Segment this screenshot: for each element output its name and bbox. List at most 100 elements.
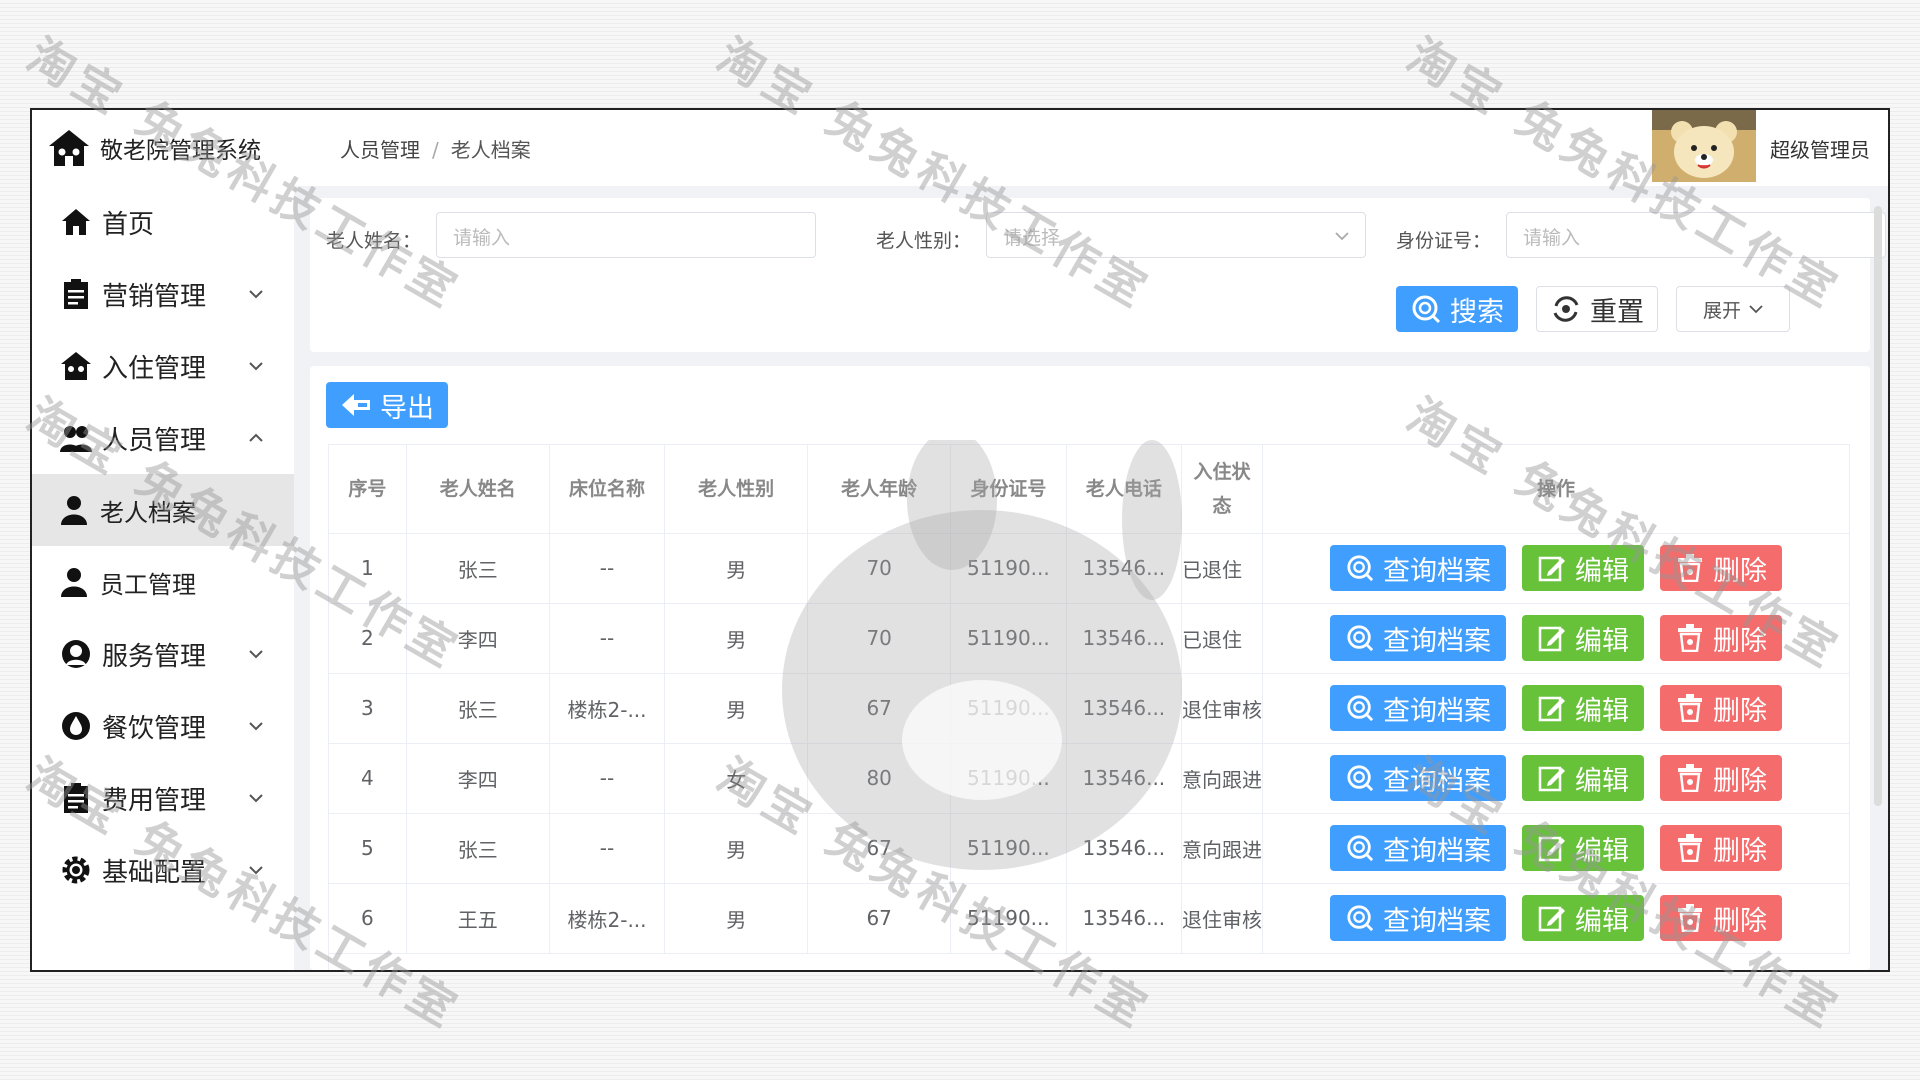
delete-button[interactable]: 删除 bbox=[1660, 825, 1783, 871]
table-cell: -- bbox=[549, 743, 666, 814]
chevron-down-icon bbox=[246, 356, 266, 376]
delete-button[interactable]: 删除 bbox=[1660, 895, 1783, 941]
table-actions-cell: 查询档案 编辑 删除 bbox=[1262, 883, 1850, 954]
search-icon bbox=[1345, 693, 1375, 723]
column-header: 老人电话 bbox=[1066, 445, 1183, 534]
query-archive-button[interactable]: 查询档案 bbox=[1330, 825, 1507, 871]
sidebar-item-home[interactable]: 首页 bbox=[32, 186, 294, 258]
sidebar-item-checkin[interactable]: 入住管理 bbox=[32, 330, 294, 402]
gender-select[interactable]: 请选择 bbox=[986, 212, 1366, 258]
edit-button[interactable]: 编辑 bbox=[1522, 895, 1645, 941]
delete-label: 删除 bbox=[1713, 835, 1768, 867]
query-archive-button[interactable]: 查询档案 bbox=[1330, 755, 1507, 801]
query-archive-button[interactable]: 查询档案 bbox=[1330, 545, 1507, 591]
app-title: 敬老院管理系统 bbox=[100, 138, 261, 164]
search-button[interactable]: 搜索 bbox=[1396, 286, 1518, 332]
edit-label: 编辑 bbox=[1575, 695, 1630, 727]
delete-button[interactable]: 删除 bbox=[1660, 615, 1783, 661]
edit-button[interactable]: 编辑 bbox=[1522, 825, 1645, 871]
table-cell: 男 bbox=[664, 533, 809, 604]
export-button[interactable]: 导出 bbox=[326, 382, 448, 428]
table-cell: 80 bbox=[807, 743, 952, 814]
table-cell: 王五 bbox=[406, 883, 550, 954]
drop-icon bbox=[58, 708, 94, 744]
table-cell: 男 bbox=[664, 813, 809, 884]
edit-button[interactable]: 编辑 bbox=[1522, 755, 1645, 801]
table-cell: 13546... bbox=[1066, 813, 1183, 884]
table-cell: -- bbox=[549, 533, 666, 604]
edit-button[interactable]: 编辑 bbox=[1522, 685, 1645, 731]
query-archive-label: 查询档案 bbox=[1383, 555, 1492, 587]
edit-icon bbox=[1537, 553, 1567, 583]
reset-button-label: 重置 bbox=[1590, 296, 1644, 328]
vertical-scrollbar[interactable] bbox=[1874, 206, 1882, 806]
query-archive-button[interactable]: 查询档案 bbox=[1330, 615, 1507, 661]
delete-label: 删除 bbox=[1713, 555, 1768, 587]
table-actions-cell: 查询档案 编辑 删除 bbox=[1262, 533, 1850, 604]
sidebar-item-label: 首页 bbox=[102, 209, 155, 240]
breadcrumb: 人员管理 / 老人档案 bbox=[340, 134, 531, 163]
id-label: 身份证号： bbox=[1396, 230, 1492, 252]
query-archive-button[interactable]: 查询档案 bbox=[1330, 685, 1507, 731]
table-row: 6 王五 楼栋2-... 男 67 51190... 13546... 退住审核 查询档案 编辑 删… bbox=[329, 883, 1850, 954]
sidebar-item-staff[interactable]: 员工管理 bbox=[32, 546, 294, 618]
sidebar-item-catering[interactable]: 餐饮管理 bbox=[32, 690, 294, 762]
gear-icon bbox=[58, 852, 94, 888]
sidebar-item-elder-archive[interactable]: 老人档案 bbox=[32, 474, 294, 546]
person-icon bbox=[56, 564, 92, 600]
expand-button[interactable]: 展开 bbox=[1676, 286, 1790, 332]
sidebar-item-marketing[interactable]: 营销管理 bbox=[32, 258, 294, 330]
trash-icon bbox=[1675, 623, 1705, 653]
edit-icon bbox=[1537, 693, 1567, 723]
chevron-down-icon bbox=[1333, 227, 1351, 245]
table-cell: 女 bbox=[664, 743, 809, 814]
sidebar-item-label: 营销管理 bbox=[102, 281, 207, 312]
table-cell: 13546... bbox=[1066, 883, 1183, 954]
sidebar-item-config[interactable]: 基础配置 bbox=[32, 834, 294, 906]
table-cell: 51190... bbox=[950, 533, 1067, 604]
table-cell: 张三 bbox=[406, 813, 550, 884]
delete-label: 删除 bbox=[1713, 695, 1768, 727]
delete-button[interactable]: 删除 bbox=[1660, 545, 1783, 591]
app-window: 敬老院管理系统 首页 营销管理 入住管理 人员管理 老人档案 员工管理 服务管理… bbox=[30, 108, 1890, 972]
breadcrumb-item[interactable]: 人员管理 bbox=[340, 138, 420, 162]
table-cell: 67 bbox=[807, 813, 952, 884]
table-cell: 51190... bbox=[950, 673, 1067, 744]
table-cell: 2 bbox=[329, 603, 407, 674]
edit-label: 编辑 bbox=[1575, 905, 1630, 937]
user-name[interactable]: 超级管理员 bbox=[1770, 134, 1870, 163]
table-cell: 男 bbox=[664, 673, 809, 744]
people-icon bbox=[58, 420, 94, 456]
table-cell: 13546... bbox=[1066, 743, 1183, 814]
query-archive-label: 查询档案 bbox=[1383, 905, 1492, 937]
name-input[interactable]: 请输入 bbox=[436, 212, 816, 258]
query-archive-label: 查询档案 bbox=[1383, 695, 1492, 727]
delete-button[interactable]: 删除 bbox=[1660, 685, 1783, 731]
edit-button[interactable]: 编辑 bbox=[1522, 545, 1645, 591]
sidebar-item-personnel[interactable]: 人员管理 bbox=[32, 402, 294, 474]
app-logo[interactable]: 敬老院管理系统 bbox=[32, 110, 294, 186]
id-input[interactable]: 请输入 bbox=[1506, 212, 1886, 258]
edit-button[interactable]: 编辑 bbox=[1522, 615, 1645, 661]
sidebar-item-service[interactable]: 服务管理 bbox=[32, 618, 294, 690]
sidebar-item-expense[interactable]: 费用管理 bbox=[32, 762, 294, 834]
query-archive-button[interactable]: 查询档案 bbox=[1330, 895, 1507, 941]
column-header: 入住状态 bbox=[1181, 445, 1264, 534]
table-cell: 13546... bbox=[1066, 673, 1183, 744]
trash-icon bbox=[1675, 833, 1705, 863]
edit-label: 编辑 bbox=[1575, 765, 1630, 797]
house-icon bbox=[58, 348, 94, 384]
export-button-label: 导出 bbox=[380, 392, 434, 424]
delete-button[interactable]: 删除 bbox=[1660, 755, 1783, 801]
edit-icon bbox=[1537, 623, 1567, 653]
avatar[interactable] bbox=[1652, 110, 1756, 182]
column-header: 序号 bbox=[329, 445, 407, 534]
search-icon bbox=[1345, 623, 1375, 653]
reset-button[interactable]: 重置 bbox=[1536, 286, 1658, 332]
trash-icon bbox=[1675, 763, 1705, 793]
table-cell: 意向跟进 bbox=[1181, 743, 1264, 814]
column-header: 操作 bbox=[1262, 445, 1850, 534]
table-cell: 51190... bbox=[950, 743, 1067, 814]
name-placeholder: 请输入 bbox=[453, 227, 511, 249]
column-header: 老人姓名 bbox=[406, 445, 550, 534]
